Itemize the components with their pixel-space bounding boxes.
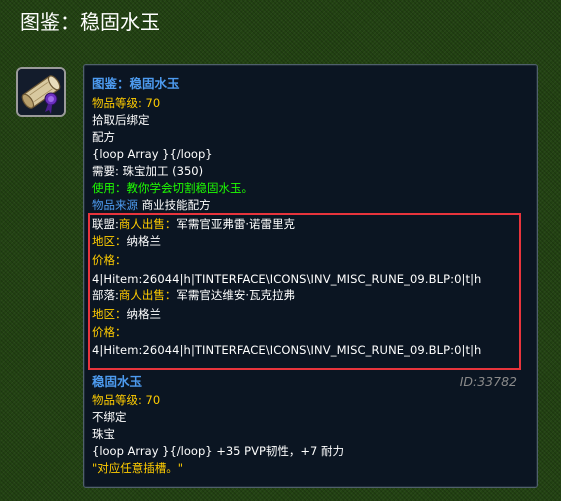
alliance-seller-name[interactable]: 军需官亚弗雷·诺雷里克 <box>176 217 295 231</box>
alliance-area-value[interactable]: 纳格兰 <box>127 234 162 248</box>
scroll-recipe-icon <box>18 69 64 115</box>
horde-seller-name[interactable]: 军需官达维安·瓦克拉弗 <box>176 288 295 302</box>
source-value: 商业技能配方 <box>141 198 211 212</box>
crafted-item-level: 物品等级: 70 <box>92 392 160 409</box>
crafted-item-name[interactable]: 稳固水玉 <box>92 373 142 390</box>
alliance-area-line: 地区：纳格兰 <box>92 233 161 250</box>
crafted-item-type: 珠宝 <box>92 427 115 441</box>
recipe-item-icon[interactable] <box>16 67 66 117</box>
source-label: 物品来源 <box>92 198 138 212</box>
alliance-area-label: 地区： <box>92 234 127 248</box>
recipe-source: 物品来源 商业技能配方 <box>92 197 211 214</box>
recipe-type: 配方 <box>92 130 115 144</box>
recipe-name[interactable]: 图鉴：稳固水玉 <box>92 75 180 92</box>
horde-vendor-line: 部落:商人出售：军需官达维安·瓦克拉弗 <box>92 287 295 304</box>
page-title: 图鉴：稳固水玉 <box>20 10 160 34</box>
horde-price-label: 价格： <box>92 325 127 339</box>
alliance-price-value: 4|Hitem:26044|h|TINTERFACE\ICONS\INV_MIS… <box>92 272 482 286</box>
recipe-requires: 需要: 珠宝加工 (350) <box>92 164 204 178</box>
item-tooltip: 图鉴：稳固水玉 物品等级: 70 拾取后绑定 配方 {loop Array }{… <box>83 64 538 488</box>
recipe-binding: 拾取后绑定 <box>92 113 150 127</box>
horde-faction: 部落: <box>92 288 119 302</box>
crafted-item-id: ID:33782 <box>459 374 517 389</box>
alliance-faction: 联盟: <box>92 217 119 231</box>
recipe-loop-text: {loop Array }{/loop} <box>92 147 213 161</box>
horde-area-value[interactable]: 纳格兰 <box>127 307 162 321</box>
crafted-item-binding: 不绑定 <box>92 410 127 424</box>
recipe-use-text: 使用：教你学会切割稳固水玉。 <box>92 181 253 195</box>
alliance-price-label: 价格： <box>92 253 127 267</box>
horde-price-value: 4|Hitem:26044|h|TINTERFACE\ICONS\INV_MIS… <box>92 343 482 357</box>
horde-seller-label: 商人出售： <box>118 288 177 302</box>
item-level-value: 70 <box>145 96 161 110</box>
horde-area-label: 地区： <box>92 307 127 321</box>
crafted-item-stats: {loop Array }{/loop} +35 PVP韧性，+7 耐力 <box>92 444 344 458</box>
crafted-item-level-value: 70 <box>145 393 161 407</box>
item-level-label: 物品等级: <box>92 96 142 110</box>
alliance-seller-label: 商人出售： <box>118 217 177 231</box>
horde-area-line: 地区：纳格兰 <box>92 306 161 323</box>
alliance-vendor-line: 联盟:商人出售：军需官亚弗雷·诺雷里克 <box>92 216 295 233</box>
recipe-item-level: 物品等级: 70 <box>92 95 160 112</box>
crafted-item-socket-note: "对应任意插槽。" <box>92 461 184 475</box>
crafted-item-level-label: 物品等级: <box>92 393 142 407</box>
